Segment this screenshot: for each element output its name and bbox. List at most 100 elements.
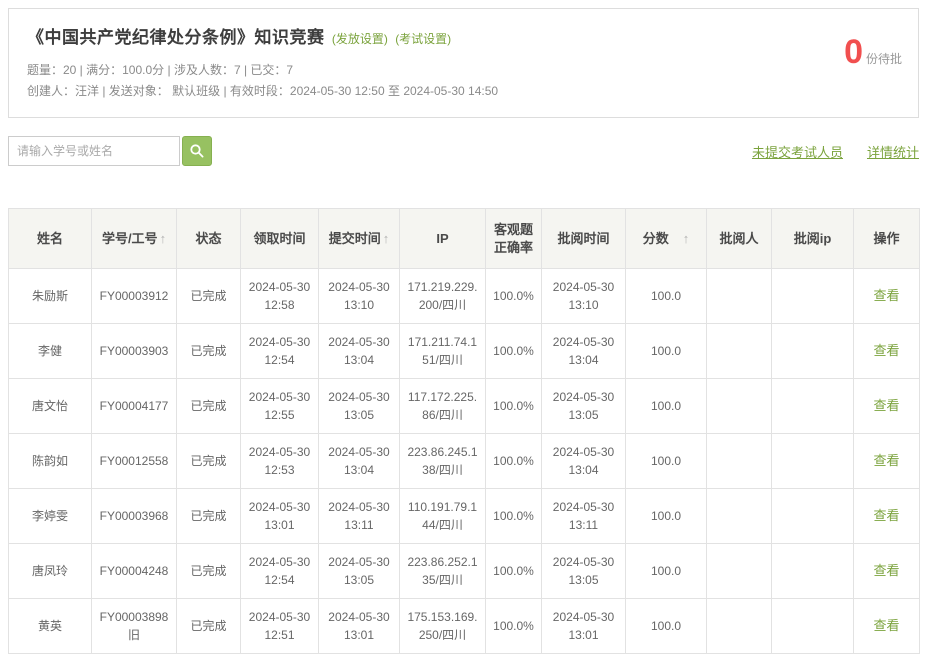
sort-up-icon[interactable]: ↑ [683, 231, 690, 246]
detail-stats-link[interactable]: 详情统计 [867, 142, 919, 161]
col-submit-time[interactable]: 提交时间↑ [319, 209, 400, 269]
cell-score: 100.0 [626, 599, 707, 654]
cell-submit-time: 2024-05-30 13:05 [319, 379, 400, 434]
cell-review-time: 2024-05-30 13:05 [542, 379, 626, 434]
col-action: 操作 [854, 209, 920, 269]
col-objective-rate: 客观题正确率 [486, 209, 542, 269]
cell-review-time: 2024-05-30 13:01 [542, 599, 626, 654]
view-link[interactable]: 查看 [873, 288, 899, 303]
cell-name: 黄英 [9, 599, 92, 654]
issue-settings-link[interactable]: (发放设置) [332, 32, 388, 46]
cell-reviewer [707, 544, 772, 599]
pending-review-box: 0 份待批 [844, 35, 902, 69]
view-link[interactable]: 查看 [873, 618, 899, 633]
cell-objective-rate: 100.0% [486, 269, 542, 324]
cell-student-id: FY00012558 [92, 434, 177, 489]
cell-review-ip [772, 269, 854, 324]
view-link[interactable]: 查看 [873, 563, 899, 578]
col-ip: IP [400, 209, 486, 269]
pending-count: 0 [844, 35, 863, 69]
cell-student-id: FY00004177 [92, 379, 177, 434]
cell-score: 100.0 [626, 379, 707, 434]
col-action-label: 操作 [873, 231, 899, 246]
col-score-label: 分数 [643, 231, 669, 246]
cell-reviewer [707, 434, 772, 489]
table-row: 唐凤玲 FY00004248 已完成 2024-05-30 12:54 2024… [9, 544, 920, 599]
col-student-id[interactable]: 学号/工号↑ [92, 209, 177, 269]
col-receive-label: 领取时间 [253, 231, 305, 246]
cell-reviewer [707, 379, 772, 434]
col-score[interactable]: 分数 ↑ [626, 209, 707, 269]
cell-receive-time: 2024-05-30 12:51 [241, 599, 319, 654]
col-review-ip-label: 批阅ip [794, 231, 832, 246]
table-row: 黄英 FY00003898旧 已完成 2024-05-30 12:51 2024… [9, 599, 920, 654]
cell-status: 已完成 [177, 544, 241, 599]
cell-score: 100.0 [626, 324, 707, 379]
cell-ip: 223.86.245.138/四川 [400, 434, 486, 489]
cell-review-time: 2024-05-30 13:10 [542, 269, 626, 324]
cell-reviewer [707, 324, 772, 379]
cell-ip: 223.86.252.135/四川 [400, 544, 486, 599]
sort-up-icon[interactable]: ↑ [383, 231, 390, 246]
cell-objective-rate: 100.0% [486, 379, 542, 434]
cell-status: 已完成 [177, 379, 241, 434]
exam-settings-link[interactable]: (考试设置) [395, 32, 451, 46]
cell-ip: 117.172.225.86/四川 [400, 379, 486, 434]
table-row: 唐文怡 FY00004177 已完成 2024-05-30 12:55 2024… [9, 379, 920, 434]
cell-status: 已完成 [177, 269, 241, 324]
cell-student-id: FY00003898旧 [92, 599, 177, 654]
search-button[interactable] [182, 136, 212, 166]
cell-receive-time: 2024-05-30 12:54 [241, 324, 319, 379]
exam-stats-line1: 题量：20 | 满分：100.0分 | 涉及人数：7 | 已交：7 [27, 60, 900, 81]
col-receive-time: 领取时间 [241, 209, 319, 269]
cell-action: 查看 [854, 269, 920, 324]
cell-score: 100.0 [626, 544, 707, 599]
col-status: 状态 [177, 209, 241, 269]
view-link[interactable]: 查看 [873, 508, 899, 523]
unsubmitted-students-link[interactable]: 未提交考试人员 [752, 142, 843, 161]
cell-action: 查看 [854, 599, 920, 654]
results-table: 姓名 学号/工号↑ 状态 领取时间 提交时间↑ IP 客观题正确率 批阅时间 分… [8, 208, 920, 654]
cell-reviewer [707, 269, 772, 324]
col-status-label: 状态 [195, 231, 221, 246]
cell-status: 已完成 [177, 324, 241, 379]
cell-action: 查看 [854, 489, 920, 544]
exam-header-panel: 《中国共产党纪律处分条例》知识竞赛 (发放设置) (考试设置) 题量：20 | … [8, 8, 919, 118]
cell-name: 李婷雯 [9, 489, 92, 544]
cell-submit-time: 2024-05-30 13:01 [319, 599, 400, 654]
cell-score: 100.0 [626, 269, 707, 324]
title-row: 《中国共产党纪律处分条例》知识竞赛 (发放设置) (考试设置) [27, 23, 900, 48]
view-link[interactable]: 查看 [873, 398, 899, 413]
cell-objective-rate: 100.0% [486, 544, 542, 599]
cell-ip: 171.219.229.200/四川 [400, 269, 486, 324]
col-ip-label: IP [436, 231, 448, 246]
cell-review-ip [772, 324, 854, 379]
cell-score: 100.0 [626, 434, 707, 489]
cell-objective-rate: 100.0% [486, 489, 542, 544]
cell-submit-time: 2024-05-30 13:05 [319, 544, 400, 599]
cell-review-ip [772, 434, 854, 489]
table-row: 陈韵如 FY00012558 已完成 2024-05-30 12:53 2024… [9, 434, 920, 489]
cell-submit-time: 2024-05-30 13:04 [319, 324, 400, 379]
view-link[interactable]: 查看 [873, 453, 899, 468]
col-name-label: 姓名 [37, 231, 63, 246]
cell-status: 已完成 [177, 434, 241, 489]
cell-status: 已完成 [177, 599, 241, 654]
col-reviewer-label: 批阅人 [719, 231, 758, 246]
pending-label: 份待批 [866, 50, 902, 67]
table-row: 朱励斯 FY00003912 已完成 2024-05-30 12:58 2024… [9, 269, 920, 324]
cell-name: 李健 [9, 324, 92, 379]
cell-receive-time: 2024-05-30 12:54 [241, 544, 319, 599]
cell-ip: 171.211.74.151/四川 [400, 324, 486, 379]
cell-name: 朱励斯 [9, 269, 92, 324]
cell-submit-time: 2024-05-30 13:10 [319, 269, 400, 324]
cell-receive-time: 2024-05-30 13:01 [241, 489, 319, 544]
cell-ip: 110.191.79.144/四川 [400, 489, 486, 544]
view-link[interactable]: 查看 [873, 343, 899, 358]
search-input[interactable] [8, 136, 180, 166]
cell-review-time: 2024-05-30 13:04 [542, 324, 626, 379]
cell-objective-rate: 100.0% [486, 599, 542, 654]
sort-up-icon[interactable]: ↑ [160, 231, 167, 246]
cell-name: 唐凤玲 [9, 544, 92, 599]
cell-objective-rate: 100.0% [486, 434, 542, 489]
